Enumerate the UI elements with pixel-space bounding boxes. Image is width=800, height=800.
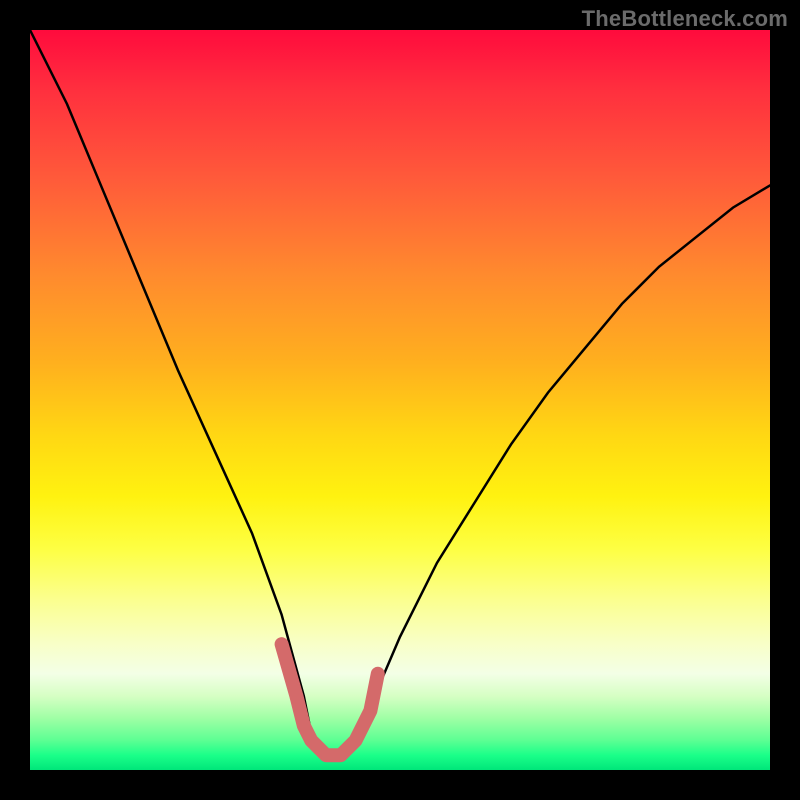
chart-gradient-background — [30, 30, 770, 770]
watermark-text: TheBottleneck.com — [582, 6, 788, 32]
chart-plot-area — [30, 30, 770, 770]
chart-frame: TheBottleneck.com — [0, 0, 800, 800]
